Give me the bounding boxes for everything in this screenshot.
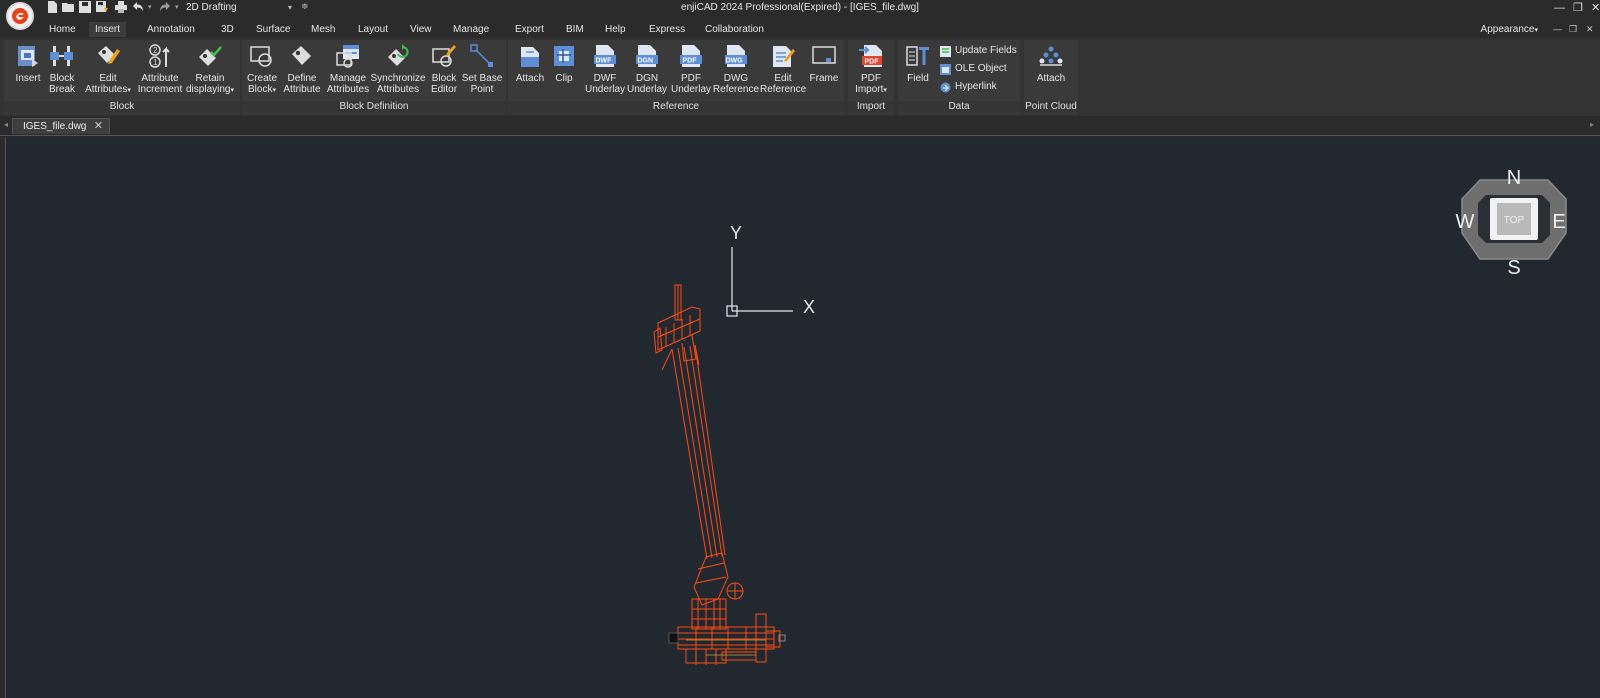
doc-close-icon[interactable]: ✕ bbox=[1586, 22, 1594, 37]
svg-text:2: 2 bbox=[153, 46, 158, 55]
tab-export[interactable]: Export bbox=[509, 22, 550, 37]
dgn-file-icon: DGN bbox=[636, 45, 658, 67]
edit-reference-icon bbox=[773, 46, 795, 67]
block-break-icon bbox=[50, 46, 73, 66]
tab-mesh[interactable]: Mesh bbox=[305, 22, 341, 37]
dwf-file-icon: DWF bbox=[594, 45, 616, 67]
compass-north[interactable]: N bbox=[1507, 167, 1521, 189]
panel-title-reference: Reference bbox=[508, 101, 844, 113]
point-cloud-icon bbox=[1039, 46, 1063, 66]
svg-text:PDF: PDF bbox=[865, 59, 880, 66]
panel-title-point-cloud: Point Cloud bbox=[1024, 101, 1078, 113]
close-tab-icon[interactable]: ✕ bbox=[94, 119, 103, 133]
chevron-down-icon: ▾ bbox=[883, 87, 887, 94]
create-block-icon bbox=[250, 46, 272, 67]
svg-text:DGN: DGN bbox=[638, 58, 654, 65]
compass-south[interactable]: S bbox=[1507, 257, 1520, 279]
tab-annotation[interactable]: Annotation bbox=[141, 22, 201, 37]
tab-manage[interactable]: Manage bbox=[447, 22, 495, 37]
tab-layout[interactable]: Layout bbox=[352, 22, 394, 37]
pdf-import-icon: PDF bbox=[859, 45, 882, 67]
tab-surface[interactable]: Surface bbox=[250, 22, 296, 37]
tab-express[interactable]: Express bbox=[643, 22, 691, 37]
edit-attributes-icon bbox=[98, 46, 120, 64]
tab-view[interactable]: View bbox=[404, 22, 438, 37]
svg-text:PDF: PDF bbox=[683, 58, 698, 65]
update-fields-icon bbox=[940, 46, 951, 57]
drawing-canvas[interactable]: Y X TOP N S W E bbox=[5, 137, 1600, 698]
edit-attributes-label: Edit Attributes bbox=[85, 73, 128, 95]
title-bar: ▾ ▾ 2D Drafting ▾ ≑ enjiCAD 2024 Profess… bbox=[0, 0, 1600, 30]
base-end-cap bbox=[668, 632, 679, 644]
model-space: Y X TOP N S W E bbox=[653, 167, 1567, 665]
cube-face-label: TOP bbox=[1504, 215, 1525, 226]
pdf-file-icon: PDF bbox=[680, 45, 702, 67]
panel-data: Field Update Fields OLE Object Hyperlink… bbox=[898, 40, 1020, 114]
ribbon: Insert Block Break Edit Attributes▾ 21 A… bbox=[0, 38, 1600, 116]
document-tab-bar: ◂ IGES_file.dwg ✕ ▸ bbox=[0, 116, 1600, 136]
compass-east[interactable]: E bbox=[1552, 211, 1565, 233]
document-tab-label: IGES_file.dwg bbox=[23, 121, 87, 132]
define-attribute-icon bbox=[292, 46, 311, 65]
ole-object-icon bbox=[940, 64, 951, 75]
restore-icon[interactable]: ❐ bbox=[1573, 2, 1583, 14]
tab-3d[interactable]: 3D bbox=[215, 22, 240, 37]
chevron-down-icon: ▾ bbox=[1534, 27, 1538, 34]
chevron-down-icon: ▾ bbox=[272, 87, 276, 94]
attach-icon bbox=[521, 47, 539, 67]
manage-attributes-icon bbox=[336, 45, 359, 68]
frame-icon bbox=[812, 46, 836, 64]
pdf-import-label: PDF Import bbox=[855, 73, 884, 95]
tab-help[interactable]: Help bbox=[599, 22, 632, 37]
svg-text:1: 1 bbox=[153, 58, 158, 67]
window-title: enjiCAD 2024 Professional(Expired) - [IG… bbox=[681, 2, 919, 13]
panel-reference: Attach Clip DWF DWF Underlay DGN DGN Und… bbox=[508, 40, 844, 114]
svg-text:DWG: DWG bbox=[726, 58, 744, 65]
insert-block-icon bbox=[18, 46, 38, 67]
attribute-increment-icon: 21 bbox=[149, 44, 170, 68]
ucs-y-label: Y bbox=[730, 223, 742, 243]
minimize-icon[interactable]: — bbox=[1554, 2, 1565, 14]
app-logo[interactable] bbox=[6, 2, 34, 30]
tab-insert[interactable]: Insert bbox=[89, 22, 127, 37]
synchronize-attributes-icon bbox=[388, 44, 409, 66]
panel-import: PDF PDF Import▾ Import bbox=[848, 40, 894, 114]
compass-west[interactable]: W bbox=[1456, 211, 1475, 233]
tab-scroll-left-icon[interactable]: ◂ bbox=[4, 120, 8, 129]
ribbon-tabs: Home Insert Annotation 3D Surface Mesh L… bbox=[0, 19, 1600, 38]
ucs-icon bbox=[726, 247, 793, 317]
panel-point-cloud: Attach Point Cloud bbox=[1024, 40, 1078, 114]
doc-minimize-icon[interactable]: — bbox=[1553, 22, 1562, 37]
dwg-file-icon: DWG bbox=[725, 45, 747, 67]
set-base-point-icon bbox=[470, 44, 493, 67]
document-tab[interactable]: IGES_file.dwg ✕ bbox=[12, 118, 110, 134]
retain-displaying-label: Retain displaying bbox=[186, 73, 231, 95]
panel-title-import: Import bbox=[848, 101, 894, 113]
panel-title-data: Data bbox=[898, 101, 1020, 113]
panel-block-definition: Create Block▾ Define Attribute Manage At… bbox=[242, 40, 506, 114]
doc-restore-icon[interactable]: ❐ bbox=[1569, 22, 1577, 37]
hyperlink-icon bbox=[940, 82, 951, 93]
panel-title-block: Block bbox=[4, 101, 240, 113]
viewcube[interactable]: TOP N S W E bbox=[1456, 167, 1567, 279]
clip-icon bbox=[554, 46, 574, 66]
tab-collaboration[interactable]: Collaboration bbox=[699, 22, 770, 37]
chevron-down-icon: ▾ bbox=[127, 87, 131, 94]
block-editor-icon bbox=[432, 45, 456, 67]
tab-bim[interactable]: BIM bbox=[560, 22, 590, 37]
tab-scroll-right-icon[interactable]: ▸ bbox=[1590, 120, 1594, 129]
panel-block: Insert Block Break Edit Attributes▾ 21 A… bbox=[4, 40, 240, 114]
ucs-x-label: X bbox=[803, 297, 815, 317]
chevron-down-icon: ▾ bbox=[230, 87, 234, 94]
appearance-menu[interactable]: Appearance▾ bbox=[1481, 22, 1538, 38]
retain-displaying-icon bbox=[199, 46, 222, 66]
appearance-label: Appearance bbox=[1480, 24, 1535, 35]
svg-text:DWF: DWF bbox=[596, 58, 613, 65]
tab-home[interactable]: Home bbox=[43, 22, 82, 37]
field-icon bbox=[906, 46, 929, 66]
wireframe-model bbox=[653, 284, 781, 665]
panel-title-block-definition: Block Definition bbox=[242, 101, 506, 113]
close-icon[interactable]: ✕ bbox=[1591, 2, 1600, 14]
